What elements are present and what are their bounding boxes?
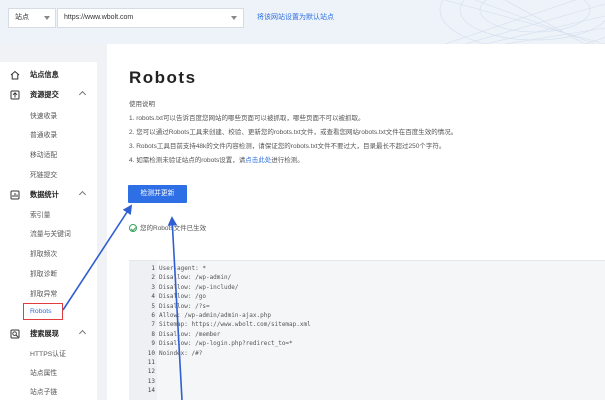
line-number: 8 bbox=[151, 330, 155, 338]
site-select[interactable]: 站点 bbox=[8, 8, 56, 28]
sidebar-item-mobile-adapt[interactable]: 移动适配 bbox=[30, 149, 57, 159]
chevron-up-icon bbox=[78, 329, 87, 338]
site-url-select[interactable]: https://www.wbolt.com bbox=[57, 8, 244, 28]
code-line: Disallow: /go bbox=[159, 293, 206, 301]
stats-icon bbox=[10, 190, 20, 200]
sidebar-item-site-sublinks[interactable]: 站点子链 bbox=[30, 386, 57, 396]
sidebar-group-resource-submit[interactable]: 资源提交 bbox=[0, 86, 97, 104]
usage-heading: 使用说明 bbox=[129, 101, 155, 108]
line-number: 2 bbox=[151, 274, 155, 282]
home-icon bbox=[10, 70, 20, 80]
page-title: Robots bbox=[129, 68, 197, 87]
sidebar-group-site-info[interactable]: 站点信息 bbox=[0, 66, 97, 84]
chevron-down-icon bbox=[44, 16, 50, 20]
sidebar-item-traffic-keywords[interactable]: 流量与关键词 bbox=[30, 228, 71, 238]
sidebar-group-label: 数据统计 bbox=[30, 190, 59, 199]
line-number: 10 bbox=[147, 349, 155, 357]
sidebar-item-site-attributes[interactable]: 站点属性 bbox=[30, 367, 57, 377]
code-line: Disallow: /wp-admin/ bbox=[159, 274, 232, 282]
usage-line-2: 2. 您可以通过Robots工具来创建、校验、更新您的robots.txt文件，… bbox=[129, 129, 458, 136]
site-select-label: 站点 bbox=[15, 14, 29, 21]
upload-icon bbox=[10, 90, 20, 100]
code-line: User-agent: * bbox=[159, 265, 206, 272]
code-line: Disallow: /wp-login.php?redirect_to=* bbox=[159, 340, 293, 348]
code-line: Disallow: /?s= bbox=[159, 302, 210, 310]
sidebar-group-search-display[interactable]: 搜索展现 bbox=[0, 325, 97, 343]
line-number: 9 bbox=[151, 340, 155, 348]
sidebar-item-crawl-frequency[interactable]: 抓取频次 bbox=[30, 248, 57, 258]
usage-line-3: 3. Robots工具目前支持48k的文件内容检测，请保证您的robots.tx… bbox=[129, 143, 446, 150]
sidebar-group-label: 搜索展现 bbox=[30, 329, 59, 338]
sidebar-item-dead-link[interactable]: 死链提交 bbox=[30, 169, 57, 179]
robots-status-text: 您的Robots文件已生效 bbox=[140, 225, 207, 232]
sidebar-item-fast-submit[interactable]: 快速收录 bbox=[30, 110, 57, 120]
check-and-update-button[interactable]: 检测并更新 bbox=[128, 185, 187, 203]
sidebar: 站点信息 资源提交 快速收录 普通收录 移动适配 死链提交 数据统计 索引量 流… bbox=[0, 62, 97, 400]
line-number: 13 bbox=[147, 377, 155, 385]
main-content: Robots 使用说明 1. robots.txt可以告诉百度您网站的哪些页面可… bbox=[107, 44, 605, 400]
chevron-down-icon bbox=[231, 16, 237, 20]
code-line: Noindex: /#? bbox=[159, 349, 203, 357]
line-number: 12 bbox=[147, 368, 155, 376]
chevron-up-icon bbox=[78, 190, 87, 199]
line-number: 14 bbox=[147, 387, 155, 395]
sidebar-item-index[interactable]: 索引量 bbox=[30, 209, 50, 219]
usage-line-1: 1. robots.txt可以告诉百度您网站的哪些页面可以被抓取，哪些页面不可以… bbox=[129, 115, 365, 122]
chevron-up-icon bbox=[78, 90, 87, 99]
robots-code-editor[interactable]: 1 User-agent: * 2 Disallow: /wp-admin/3 Disa… bbox=[129, 260, 605, 400]
code-line: Disallow: /wp-include/ bbox=[159, 283, 239, 291]
sidebar-group-label: 资源提交 bbox=[30, 90, 59, 99]
line-number: 4 bbox=[151, 293, 155, 301]
check-circle-icon bbox=[129, 224, 137, 232]
line-number: 3 bbox=[151, 283, 155, 291]
sidebar-group-label: 站点信息 bbox=[30, 70, 59, 79]
top-bar: 站点 https://www.wbolt.com 将该网站设置为默认站点 bbox=[0, 0, 605, 44]
line-number: 5 bbox=[151, 302, 155, 310]
sidebar-item-https[interactable]: HTTPS认证 bbox=[30, 348, 66, 358]
sidebar-item-crawl-errors[interactable]: 抓取异常 bbox=[30, 288, 57, 298]
check-unverified-link[interactable]: 点击此处 bbox=[245, 157, 271, 164]
decorative-globe-pattern bbox=[439, 0, 605, 44]
code-line: Sitemap: https://www.wbolt.com/sitemap.x… bbox=[159, 321, 311, 329]
usage-line-4-prefix: 4. 如需检测未验证站点的robots设置，请 bbox=[129, 157, 246, 164]
code-line: Allow: /wp-admin/admin-ajax.php bbox=[159, 312, 271, 319]
code-line: Disallow: /member bbox=[159, 330, 221, 338]
search-display-icon bbox=[10, 329, 20, 339]
line-number: 1 bbox=[151, 265, 155, 272]
robots-highlight-box bbox=[23, 303, 63, 320]
sidebar-item-crawl-diagnosis[interactable]: 抓取诊断 bbox=[30, 268, 57, 278]
sidebar-item-normal-submit[interactable]: 普通收录 bbox=[30, 129, 57, 139]
sidebar-group-data-stats[interactable]: 数据统计 bbox=[0, 186, 97, 204]
site-url-value: https://www.wbolt.com bbox=[64, 14, 134, 21]
line-number: 6 bbox=[151, 312, 155, 319]
robots-status: 您的Robots文件已生效 bbox=[129, 222, 206, 232]
line-number: 11 bbox=[147, 359, 155, 366]
usage-line-4-suffix: 进行检测。 bbox=[271, 157, 304, 164]
usage-line-4: 4. 如需检测未验证站点的robots设置，请点击此处进行检测。 bbox=[129, 154, 304, 164]
line-number: 7 bbox=[151, 321, 155, 329]
set-default-site-link[interactable]: 将该网站设置为默认站点 bbox=[257, 12, 334, 22]
